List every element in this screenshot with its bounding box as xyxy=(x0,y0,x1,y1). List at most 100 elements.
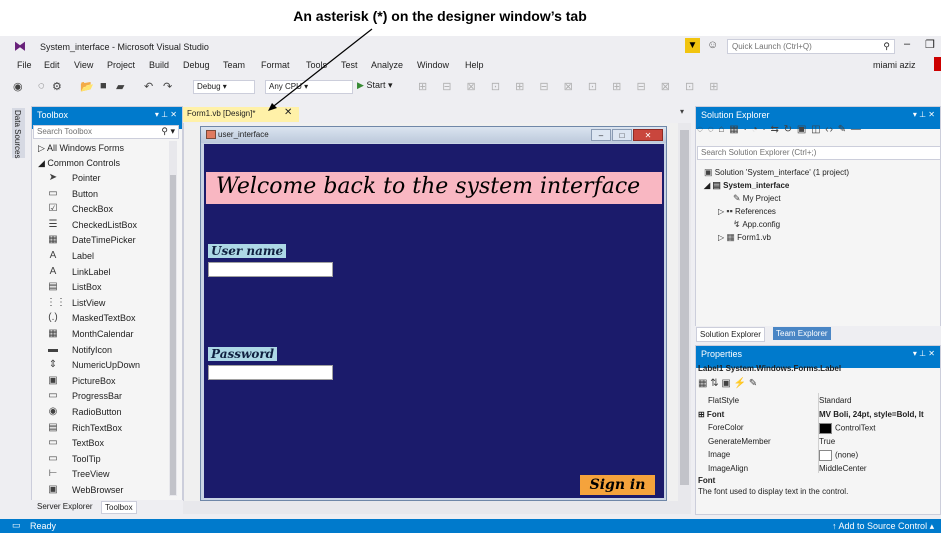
menu-file[interactable]: File xyxy=(17,60,32,70)
menu-view[interactable]: View xyxy=(74,60,93,70)
tab-team-explorer[interactable]: Team Explorer xyxy=(773,327,831,340)
menu-build[interactable]: Build xyxy=(149,60,169,70)
menu-format[interactable]: Format xyxy=(261,60,290,70)
menu-project[interactable]: Project xyxy=(107,60,135,70)
designer-horizontal-scrollbar[interactable] xyxy=(183,501,691,514)
toolbox-item-textbox[interactable]: TextBox xyxy=(72,438,104,448)
menu-analyze[interactable]: Analyze xyxy=(371,60,403,70)
tab-form1-design[interactable]: Form1.vb [Design]* xyxy=(183,107,299,122)
property-row-generatemember[interactable]: GenerateMember True xyxy=(696,436,941,449)
toolbox-item-listview[interactable]: ListView xyxy=(72,298,105,308)
toolbox-item-button[interactable]: Button xyxy=(72,189,98,199)
property-row-flatstyle[interactable]: FlatStyle Standard xyxy=(696,395,941,408)
toolbox-pin-close-icons[interactable]: ▾ ⊥ ✕ xyxy=(155,110,177,119)
property-row-imagealign[interactable]: ImageAlign MiddleCenter xyxy=(696,463,941,476)
tree-my-project[interactable]: ✎ My Project xyxy=(733,193,781,204)
start-button[interactable]: ▶ Start ▾ xyxy=(357,80,392,91)
forward-icon[interactable]: ◌ xyxy=(38,80,45,92)
datetimepicker-icon: ▦ xyxy=(48,234,58,246)
add-to-source-control-button[interactable]: ↑ Add to Source Control ▴ xyxy=(832,521,934,532)
solution-configuration-value: Debug xyxy=(197,82,221,91)
tree-solution[interactable]: ▣ Solution 'System_interface' (1 project… xyxy=(704,167,849,178)
property-row-forecolor[interactable]: ForeColor ControlText xyxy=(696,422,941,435)
toolbox-item-tooltip[interactable]: ToolTip xyxy=(72,454,101,464)
toolbox-item-checkedlistbox[interactable]: CheckedListBox xyxy=(72,220,137,230)
menu-debug[interactable]: Debug xyxy=(183,60,210,70)
toolbox-item-label[interactable]: Label xyxy=(72,251,94,261)
toolbox-item-picturebox[interactable]: PictureBox xyxy=(72,376,116,386)
maskedtextbox-icon: (.) xyxy=(48,312,58,324)
form-maximize-button[interactable]: □ xyxy=(612,129,632,141)
solution-explorer-pin-icons[interactable]: ▾ ⊥ ✕ xyxy=(913,110,935,119)
username-textbox[interactable] xyxy=(208,262,333,277)
toolbox-tab[interactable]: Toolbox xyxy=(101,501,137,514)
menu-edit[interactable]: Edit xyxy=(44,60,60,70)
properties-pin-icons[interactable]: ▾ ⊥ ✕ xyxy=(913,349,935,358)
server-explorer-tab[interactable]: Server Explorer xyxy=(34,501,96,512)
toolbox-item-richtextbox[interactable]: RichTextBox xyxy=(72,423,122,433)
toolbox-scroll-thumb[interactable] xyxy=(170,175,176,495)
toolbox-item-progressbar[interactable]: ProgressBar xyxy=(72,391,122,401)
restore-button[interactable]: ❐ xyxy=(925,38,935,51)
quick-launch-input[interactable]: Quick Launch (Ctrl+Q) ⚲ xyxy=(727,39,895,54)
properties-object-selector[interactable]: Label1 System.Windows.Forms.Label xyxy=(698,364,841,373)
undo-icon[interactable]: ↶ xyxy=(144,80,153,93)
tab-solution-explorer[interactable]: Solution Explorer xyxy=(696,327,765,342)
solution-platform-select[interactable]: Any CPU ▾ xyxy=(265,80,353,94)
toolbox-item-pointer[interactable]: Pointer xyxy=(72,173,101,183)
radiobutton-icon: ◉ xyxy=(48,406,58,417)
toolbox-item-linklabel[interactable]: LinkLabel xyxy=(72,267,111,277)
tree-form1[interactable]: ▷ ▦ Form1.vb xyxy=(718,232,771,243)
form-minimize-button[interactable]: – xyxy=(591,129,611,141)
toolbox-item-monthcalendar[interactable]: MonthCalendar xyxy=(72,329,134,339)
open-file-icon[interactable]: 📂 xyxy=(80,80,94,93)
redo-icon[interactable]: ↷ xyxy=(163,80,172,93)
save-icon[interactable]: ■ xyxy=(100,80,107,92)
username-label[interactable]: User name xyxy=(208,244,287,258)
close-tab-icon[interactable]: ✕ xyxy=(284,107,292,118)
notification-flag-icon[interactable]: ▼ xyxy=(685,38,700,53)
tree-references[interactable]: ▷ ▪▪ References xyxy=(718,206,776,216)
menu-test[interactable]: Test xyxy=(341,60,358,70)
toolbox-group-all[interactable]: ▷ All Windows Forms xyxy=(38,143,124,154)
user-account[interactable]: miami aziz xyxy=(873,60,916,70)
solution-configuration-select[interactable]: Debug ▾ xyxy=(193,80,255,94)
toolbox-item-listbox[interactable]: ListBox xyxy=(72,282,102,292)
layout-toolbar-icons[interactable]: ⊞ ⊟ ⊠ ⊡ ⊞ ⊟ ⊠ ⊡ ⊞ ⊟ ⊠ ⊡ ⊞ xyxy=(418,80,725,93)
feedback-icon[interactable]: ☺ xyxy=(707,39,718,51)
welcome-label[interactable]: Welcome back to the system interface xyxy=(206,172,662,204)
toolbox-search-input[interactable]: Search Toolbox ⚲ ▾ xyxy=(33,125,179,139)
password-label[interactable]: Password xyxy=(208,347,278,361)
toolbox-group-common[interactable]: ◢ Common Controls xyxy=(38,158,120,169)
solution-explorer-search-input[interactable]: Search Solution Explorer (Ctrl+;) xyxy=(697,146,941,160)
menu-help[interactable]: Help xyxy=(465,60,484,70)
back-icon[interactable]: ◉ xyxy=(13,80,23,93)
user-badge[interactable] xyxy=(934,57,941,71)
toolbox-item-maskedtextbox[interactable]: MaskedTextBox xyxy=(72,313,136,323)
property-value: Standard xyxy=(819,396,852,405)
sign-in-button[interactable]: Sign in xyxy=(580,475,655,495)
solution-explorer-toolbar-icons[interactable]: ◌ ◌ ⌂ ▦ · ◔ · ⇆ ↻ ▣ ◫ ‹› ✎ — xyxy=(697,124,862,135)
tree-project[interactable]: ◢ ▤ System_interface xyxy=(704,180,789,191)
properties-toolbar-icons[interactable]: ▦ ⇅ ▣ ⚡ ✎ xyxy=(698,378,757,389)
toolbox-item-checkbox[interactable]: CheckBox xyxy=(72,204,113,214)
property-row-image[interactable]: Image (none) xyxy=(696,449,941,462)
designer-scroll-thumb[interactable] xyxy=(680,130,689,485)
save-all-icon[interactable]: ▰ xyxy=(116,80,124,93)
toolbox-item-treeview[interactable]: TreeView xyxy=(72,469,110,479)
password-textbox[interactable] xyxy=(208,365,333,380)
tree-app-config[interactable]: ↯ App.config xyxy=(733,219,780,230)
toolbox-item-notifyicon[interactable]: NotifyIcon xyxy=(72,345,112,355)
chevron-down-icon[interactable]: ▾ xyxy=(680,107,684,116)
toolbox-item-webbrowser[interactable]: WebBrowser xyxy=(72,485,123,495)
minimize-button[interactable]: – xyxy=(904,38,910,50)
toolbox-item-radiobutton[interactable]: RadioButton xyxy=(72,407,122,417)
menu-window[interactable]: Window xyxy=(417,60,449,70)
form-close-button[interactable]: ✕ xyxy=(633,129,663,141)
toolbox-item-datetimepicker[interactable]: DateTimePicker xyxy=(72,235,136,245)
menu-team[interactable]: Team xyxy=(223,60,245,70)
toolbox-item-numericupdown[interactable]: NumericUpDown xyxy=(72,360,140,370)
menu-tools[interactable]: Tools xyxy=(306,60,327,70)
new-project-icon[interactable]: ⚙ xyxy=(52,80,62,93)
property-row-font[interactable]: ⊞ Font MV Boli, 24pt, style=Bold, It xyxy=(696,409,941,422)
